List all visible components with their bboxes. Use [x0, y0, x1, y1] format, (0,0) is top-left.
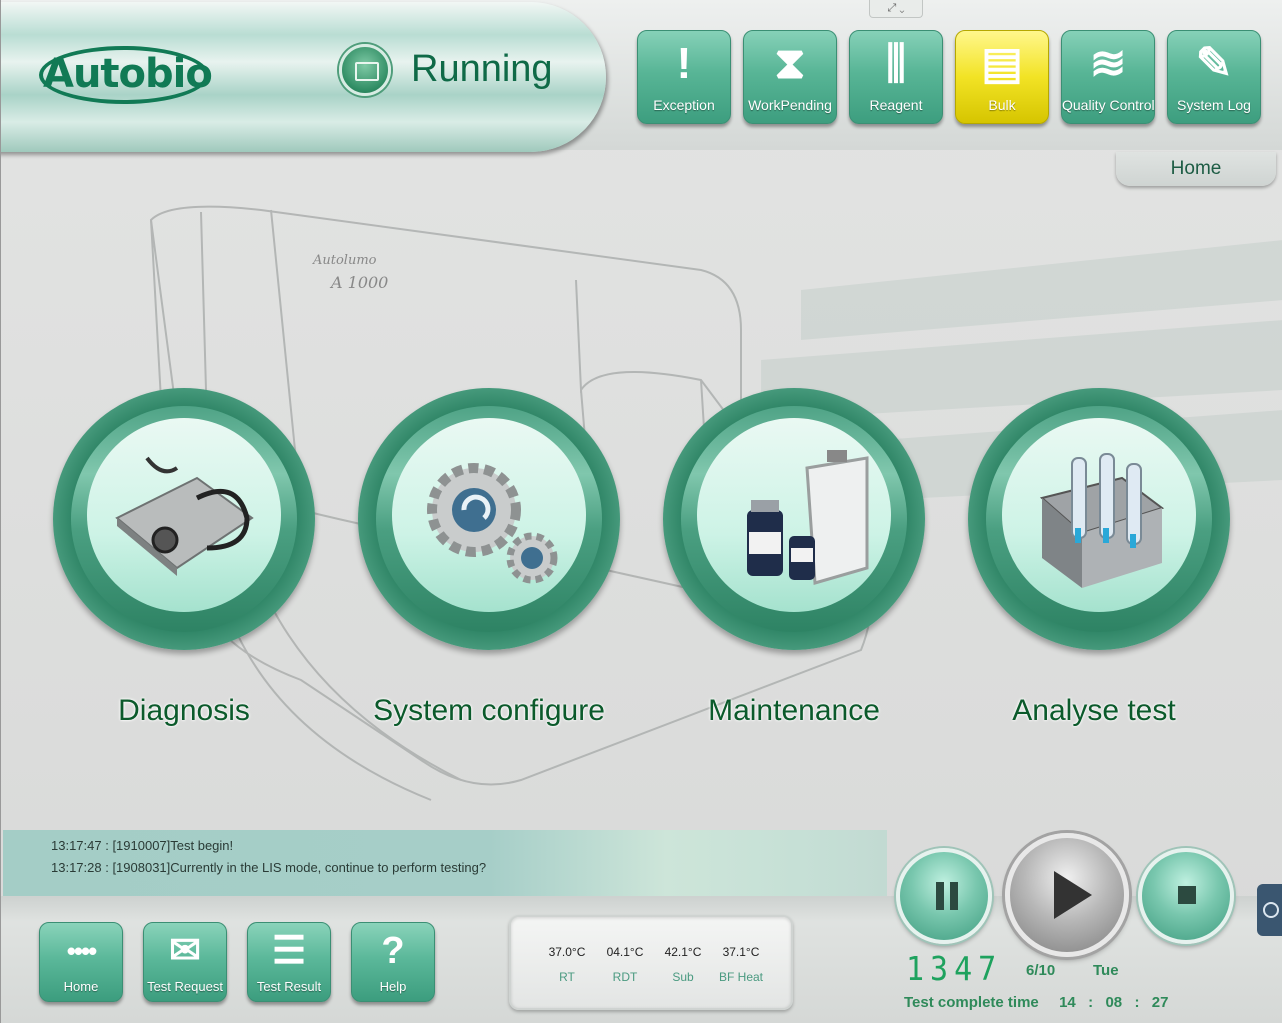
test-result-label: Test Result: [256, 979, 322, 994]
temp-rdt: 04.1°C RDT: [595, 945, 655, 984]
stop-button[interactable]: [1138, 848, 1234, 944]
time-separator: :: [1134, 994, 1140, 1011]
pause-icon: [936, 882, 958, 910]
window-restore-control[interactable]: ⤢ ⌄: [869, 0, 923, 18]
pause-button[interactable]: [896, 848, 992, 944]
app-window: Autobio Running ⤢ ⌄ ! Exception ⧗ WorkPe…: [0, 0, 1282, 1023]
maintenance-button[interactable]: [663, 388, 925, 650]
reagent-button[interactable]: ⫼ Reagent: [849, 30, 943, 124]
analyse-test-button[interactable]: [968, 388, 1230, 650]
run-status-text: Running: [411, 48, 553, 90]
temp-name: Sub: [672, 970, 694, 984]
temp-value: 37.1°C: [722, 945, 760, 959]
time-separator: :: [1088, 994, 1094, 1011]
home-dots-icon: ••••: [66, 936, 97, 966]
log-document-icon: ✎: [1195, 39, 1233, 88]
log-entry: 13:17:28 : [1908031]Currently in the LIS…: [51, 860, 487, 875]
bulk-bottles-icon: ▤: [981, 39, 1023, 88]
test-result-button[interactable]: ☰ Test Result: [247, 922, 331, 1002]
svg-text:A 1000: A 1000: [329, 273, 388, 292]
help-label: Help: [379, 979, 407, 994]
help-button[interactable]: ? Help: [351, 922, 435, 1002]
breadcrumb-home: Home: [1170, 158, 1222, 179]
temp-value: 37.0°C: [548, 945, 586, 959]
message-log[interactable]: 13:17:47 : [1910007]Test begin! 13:17:28…: [3, 830, 887, 896]
stethoscope-icon: [115, 456, 254, 576]
envelope-request-icon: ✉: [169, 930, 201, 972]
bulk-label: Bulk: [988, 97, 1016, 113]
diagnosis-label[interactable]: Diagnosis: [53, 694, 315, 728]
svg-text:Autolumo: Autolumo: [312, 253, 377, 268]
test-complete-time: Test complete time 14 : 08 : 27: [904, 994, 1172, 1011]
running-status-icon: [339, 44, 391, 96]
test-tube-rack-icon: [1039, 453, 1165, 588]
bulk-button[interactable]: ▤ Bulk: [955, 30, 1049, 124]
log-entry: 13:17:47 : [1910007]Test begin!: [51, 838, 234, 853]
complete-minutes: 08: [1105, 994, 1123, 1011]
gears-icon: [427, 463, 558, 584]
autobio-logo: Autobio: [39, 46, 213, 104]
temp-value: 42.1°C: [664, 945, 702, 959]
temp-rt: 37.0°C RT: [537, 945, 597, 984]
weekday-display: Tue: [1093, 962, 1119, 979]
temp-name: RDT: [612, 970, 638, 984]
temp-value: 04.1°C: [606, 945, 644, 959]
exception-button[interactable]: ! Exception: [637, 30, 731, 124]
complete-time-label: Test complete time: [904, 994, 1039, 1011]
system-configure-button[interactable]: [358, 388, 620, 650]
workpending-label: WorkPending: [748, 97, 832, 113]
date-display: 6/10: [1026, 962, 1056, 979]
stop-icon: [1178, 886, 1196, 904]
qc-chart-icon: ≋: [1089, 39, 1127, 88]
clipboard-bottles-icon: [747, 450, 869, 585]
exclamation-icon: !: [676, 39, 692, 88]
home-label: Home: [63, 979, 99, 994]
temperature-panel: 37.0°C RT 04.1°C RDT 42.1°C Sub 37.1°C B…: [509, 915, 793, 1010]
maintenance-label[interactable]: Maintenance: [663, 694, 925, 728]
question-icon: ?: [381, 930, 405, 972]
test-counter: 1347: [906, 950, 1003, 989]
reagent-rack-icon: ⫼: [885, 39, 907, 88]
analyse-test-label[interactable]: Analyse test: [963, 694, 1225, 728]
home-button[interactable]: •••• Home: [39, 922, 123, 1002]
remote-support-tab[interactable]: [1257, 884, 1282, 936]
hourglass-icon: ⧗: [774, 39, 806, 88]
system-configure-label[interactable]: System configure: [358, 694, 620, 728]
quality-control-label: Quality Control: [1062, 97, 1155, 113]
reagent-label: Reagent: [869, 97, 923, 113]
workpending-button[interactable]: ⧗ WorkPending: [743, 30, 837, 124]
complete-seconds: 27: [1151, 994, 1169, 1011]
diagnosis-button[interactable]: [53, 388, 315, 650]
complete-hours: 14: [1059, 994, 1076, 1011]
system-log-label: System Log: [1177, 97, 1251, 113]
temp-name: BF Heat: [718, 970, 763, 984]
remote-support-icon: [1263, 902, 1279, 918]
exception-label: Exception: [653, 97, 715, 113]
temp-name: RT: [559, 970, 575, 984]
quality-control-button[interactable]: ≋ Quality Control: [1061, 30, 1155, 124]
top-toolbar: ! Exception ⧗ WorkPending ⫼ Reagent ▤ Bu…: [637, 30, 1261, 124]
result-document-icon: ☰: [271, 930, 307, 972]
system-log-button[interactable]: ✎ System Log: [1167, 30, 1261, 124]
play-icon: [1054, 871, 1092, 919]
play-button[interactable]: [1005, 833, 1129, 957]
test-request-button[interactable]: ✉ Test Request: [143, 922, 227, 1002]
temp-bf-heat: 37.1°C BF Heat: [711, 945, 771, 984]
temp-sub: 42.1°C Sub: [653, 945, 713, 984]
test-request-label: Test Request: [147, 979, 223, 994]
